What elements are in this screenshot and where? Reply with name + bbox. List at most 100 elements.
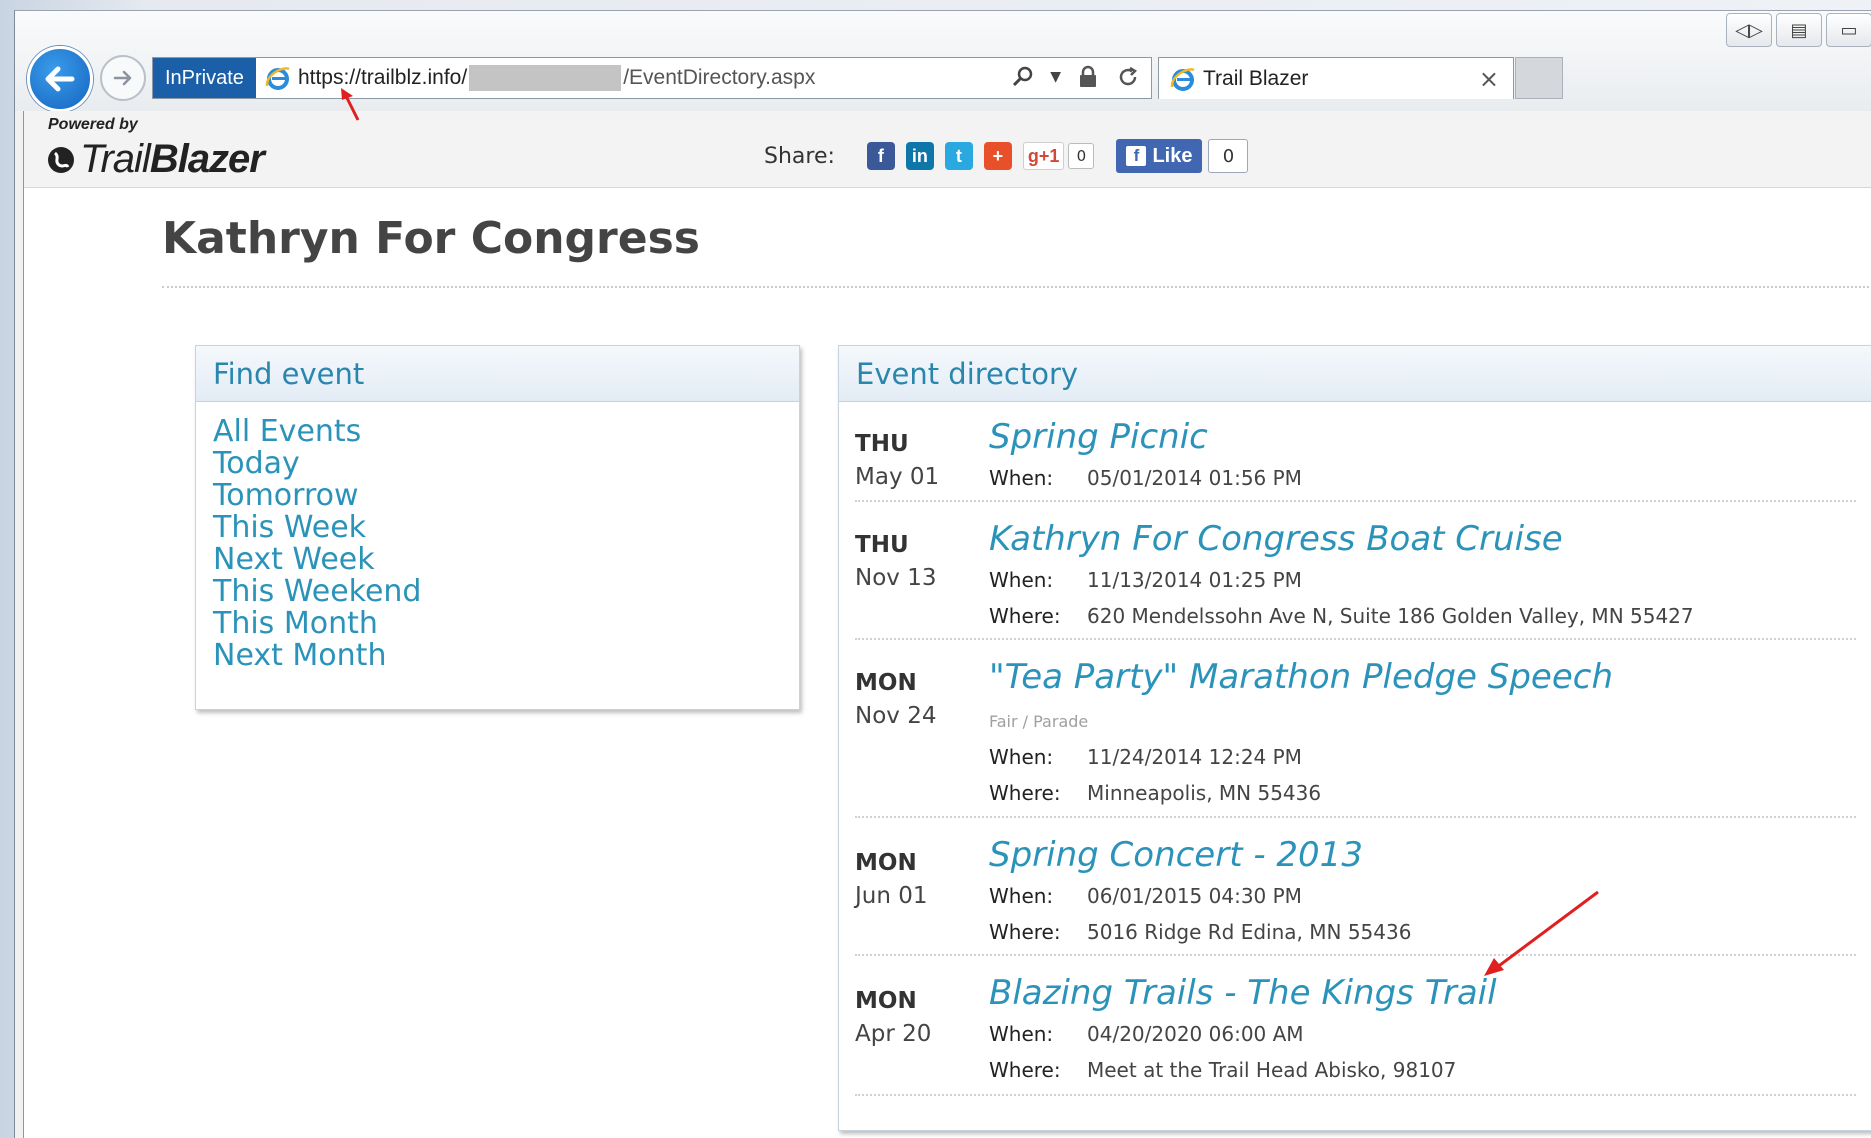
event-item: THU May 01 Spring Picnic When: 05/01/2014… bbox=[855, 402, 1856, 502]
address-tools: ▼ bbox=[1010, 64, 1141, 90]
google-plus-count: 0 bbox=[1068, 143, 1095, 169]
event-day: THU bbox=[855, 431, 909, 457]
site-topbar: Powered by Trail Blazer Share: f in t + g… bbox=[24, 111, 1871, 188]
share-bar: Share: f in t + g+1 0 f Like 0 bbox=[764, 139, 1249, 173]
forward-button[interactable] bbox=[100, 55, 146, 101]
event-title-link[interactable]: Blazing Trails - The Kings Trail bbox=[989, 976, 1856, 1010]
event-body: Spring Concert - 2013 When: 06/01/2015 04… bbox=[989, 818, 1856, 944]
browser-tab[interactable]: Trail Blazer × bbox=[1158, 57, 1514, 99]
when-label: When: bbox=[989, 745, 1054, 769]
event-date: May 01 bbox=[855, 464, 940, 490]
filter-link-today[interactable]: Today bbox=[213, 448, 782, 480]
event-body: Blazing Trails - The Kings Trail When: 04… bbox=[989, 956, 1856, 1082]
powered-by-text: Powered by bbox=[48, 116, 138, 133]
where-label: Where: bbox=[989, 1058, 1061, 1082]
event-item: THU Nov 13 Kathryn For Congress Boat Cru… bbox=[855, 502, 1856, 640]
forward-arrow-icon bbox=[113, 70, 132, 86]
filter-link-next-month[interactable]: Next Month bbox=[213, 640, 782, 672]
google-plus-button[interactable]: g+1 bbox=[1022, 142, 1065, 170]
event-where: 5016 Ridge Rd Edina, MN 55436 bbox=[1087, 920, 1412, 944]
annotation-arrow-url bbox=[341, 88, 360, 121]
event-date: Nov 24 bbox=[855, 703, 937, 729]
event-when-row: When: 05/01/2014 01:56 PM bbox=[989, 466, 1856, 490]
where-label: Where: bbox=[989, 604, 1061, 628]
where-label: Where: bbox=[989, 781, 1061, 805]
event-when: 05/01/2014 01:56 PM bbox=[1087, 466, 1302, 490]
event-directory-panel: Event directory THU May 01 Spring Picnic… bbox=[838, 345, 1871, 1131]
annotation-arrow-event bbox=[1484, 890, 1599, 976]
browser-chrome: ◁▷ ▤ ▭ InPrivate https://trailblz.info/ bbox=[15, 11, 1871, 112]
event-title-link[interactable]: Kathryn For Congress Boat Cruise bbox=[989, 522, 1856, 556]
logo-blazer: Blazer bbox=[149, 137, 265, 181]
event-when: 11/24/2014 12:24 PM bbox=[1087, 745, 1302, 769]
search-icon[interactable] bbox=[1010, 64, 1036, 90]
event-when: 11/13/2014 01:25 PM bbox=[1087, 568, 1302, 592]
addthis-share-icon[interactable]: + bbox=[983, 142, 1012, 170]
event-when: 04/20/2020 06:00 AM bbox=[1087, 1022, 1304, 1046]
event-where-row: Where: 5016 Ridge Rd Edina, MN 55436 bbox=[989, 920, 1856, 944]
facebook-share-icon[interactable]: f bbox=[866, 142, 895, 170]
when-label: When: bbox=[989, 466, 1054, 490]
close-tab-icon[interactable]: × bbox=[1479, 65, 1499, 93]
back-button[interactable] bbox=[27, 46, 93, 112]
logo-trail: Trail bbox=[80, 137, 151, 181]
facebook-like-count: 0 bbox=[1208, 139, 1249, 173]
event-where-row: Where: Meet at the Trail Head Abisko, 981… bbox=[989, 1058, 1856, 1082]
find-event-list: All Events Today Tomorrow This Week Next… bbox=[196, 402, 799, 686]
page-tools-icon[interactable]: ▤ bbox=[1776, 13, 1822, 47]
event-date: Nov 13 bbox=[855, 565, 937, 591]
event-when-row: When: 11/24/2014 12:24 PM bbox=[989, 745, 1856, 769]
filter-link-next-week[interactable]: Next Week bbox=[213, 544, 782, 576]
url-text[interactable]: https://trailblz.info/ /EventDirectory.a… bbox=[298, 65, 815, 91]
event-where: Minneapolis, MN 55436 bbox=[1087, 781, 1322, 805]
event-title-link[interactable]: "Tea Party" Marathon Pledge Speech bbox=[989, 660, 1856, 694]
event-where-row: Where: 620 Mendelssohn Ave N, Suite 186 G… bbox=[989, 604, 1856, 628]
page-title: Kathryn For Congress bbox=[162, 213, 700, 264]
event-day: MON bbox=[855, 850, 917, 876]
filter-link-this-weekend[interactable]: This Weekend bbox=[213, 576, 782, 608]
event-where: Meet at the Trail Head Abisko, 98107 bbox=[1087, 1058, 1457, 1082]
url-prefix: https://trailblz.info/ bbox=[297, 66, 468, 89]
event-where: 620 Mendelssohn Ave N, Suite 186 Golden … bbox=[1087, 604, 1694, 628]
event-day: MON bbox=[855, 988, 917, 1014]
event-when-row: When: 11/13/2014 01:25 PM bbox=[989, 568, 1856, 592]
url-redacted-segment bbox=[469, 65, 622, 91]
trailblazer-globe-icon bbox=[48, 146, 74, 173]
dropdown-caret-icon[interactable]: ▼ bbox=[1050, 69, 1061, 85]
filter-link-this-month[interactable]: This Month bbox=[213, 608, 782, 640]
when-label: When: bbox=[989, 568, 1054, 592]
title-divider bbox=[162, 286, 1871, 288]
address-bar[interactable]: InPrivate https://trailblz.info/ /EventD… bbox=[152, 57, 1152, 99]
share-label: Share: bbox=[764, 143, 835, 169]
tab-title: Trail Blazer bbox=[1203, 66, 1309, 90]
twitter-share-icon[interactable]: t bbox=[944, 142, 973, 170]
event-day: THU bbox=[855, 532, 909, 558]
lock-icon[interactable] bbox=[1075, 64, 1101, 90]
event-body: "Tea Party" Marathon Pledge Speech Fair … bbox=[989, 640, 1856, 805]
event-when-row: When: 04/20/2020 06:00 AM bbox=[989, 1022, 1856, 1046]
event-title-link[interactable]: Spring Picnic bbox=[989, 420, 1856, 454]
event-directory-heading: Event directory bbox=[839, 346, 1871, 402]
back-arrow-icon bbox=[45, 66, 75, 92]
event-title-link[interactable]: Spring Concert - 2013 bbox=[989, 838, 1856, 872]
refresh-icon[interactable] bbox=[1115, 64, 1141, 90]
filter-link-tomorrow[interactable]: Tomorrow bbox=[213, 480, 782, 512]
window-buttons: ◁▷ ▤ ▭ bbox=[1726, 13, 1871, 47]
event-where-row: Where: Minneapolis, MN 55436 bbox=[989, 781, 1856, 805]
event-when-row: When: 06/01/2015 04:30 PM bbox=[989, 884, 1856, 908]
new-tab-button[interactable] bbox=[1515, 57, 1563, 99]
linkedin-share-icon[interactable]: in bbox=[905, 142, 934, 170]
facebook-like-button[interactable]: f Like bbox=[1116, 139, 1203, 173]
event-body: Spring Picnic When: 05/01/2014 01:56 PM bbox=[989, 402, 1856, 490]
inprivate-badge[interactable]: InPrivate bbox=[153, 58, 256, 98]
when-label: When: bbox=[989, 884, 1054, 908]
filter-link-this-week[interactable]: This Week bbox=[213, 512, 782, 544]
compat-view-icon[interactable]: ◁▷ bbox=[1726, 13, 1772, 47]
minimize-icon[interactable]: ▭ bbox=[1826, 13, 1871, 47]
trailblazer-logo[interactable]: Trail Blazer bbox=[46, 137, 265, 182]
event-date: Jun 01 bbox=[855, 883, 928, 909]
filter-link-all-events[interactable]: All Events bbox=[213, 416, 782, 448]
event-body: Kathryn For Congress Boat Cruise When: 11… bbox=[989, 502, 1856, 628]
facebook-icon: f bbox=[1126, 146, 1147, 166]
event-when: 06/01/2015 04:30 PM bbox=[1087, 884, 1302, 908]
